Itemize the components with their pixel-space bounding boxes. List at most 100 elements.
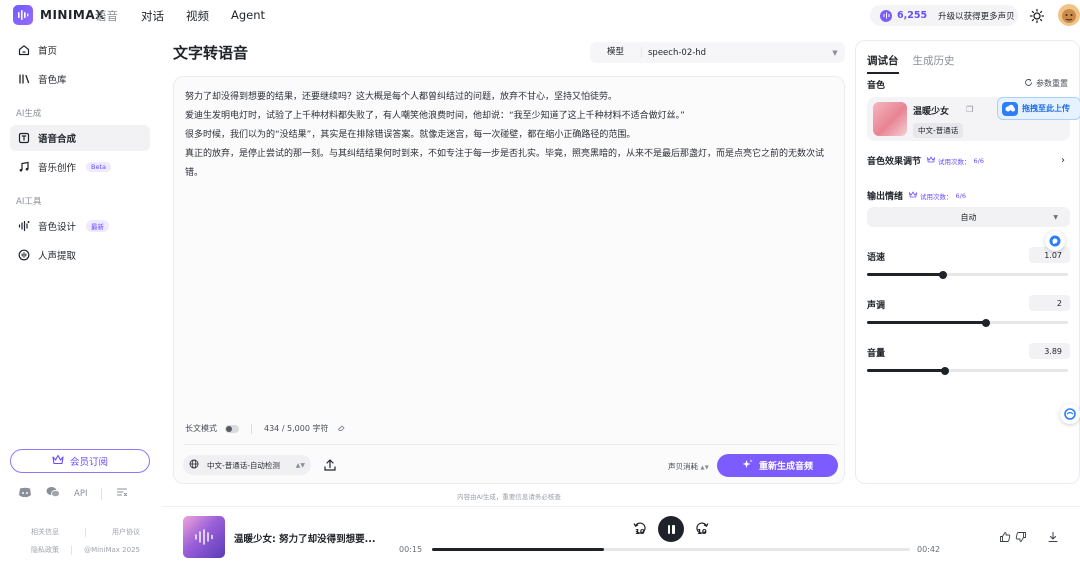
privacy-link[interactable]: 隐私政策 xyxy=(31,545,59,555)
credits-upgrade-pill[interactable]: 6,255 升级以获得更多声贝 xyxy=(870,5,1018,26)
chat-bubble-icon[interactable] xyxy=(1045,231,1065,251)
cost-indicator[interactable]: 声贝消耗 ▲▼ xyxy=(668,461,709,472)
feedback-icon[interactable] xyxy=(116,486,128,501)
tab-debug[interactable]: 调试台 xyxy=(867,53,899,74)
text-editor[interactable]: 努力了却没得到想要的结果，还要继续吗？这大概是每个人都曾纠结过的问题，放弃不甘心… xyxy=(173,76,845,484)
reset-label: 参数重置 xyxy=(1036,79,1068,88)
assistant-float-icon[interactable] xyxy=(1060,404,1080,424)
top-nav: 对话 视频 Agent xyxy=(141,8,265,24)
sidebar-item-home[interactable]: 首页 xyxy=(10,37,150,63)
tab-history[interactable]: 生成历史 xyxy=(913,53,955,74)
member-subscribe-label: 会员订阅 xyxy=(69,457,108,468)
emotion-row: 输出情绪 试用次数： 6/6 xyxy=(867,189,966,202)
sidebar-item-tts[interactable]: 语音合成 xyxy=(10,125,150,151)
upgrade-link[interactable]: 升级以获得更多声贝 xyxy=(938,10,1015,22)
minimax-logo-icon[interactable] xyxy=(13,5,33,25)
editor-content[interactable]: 努力了却没得到想要的结果，还要继续吗？这大概是每个人都曾纠结过的问题，放弃不甘心… xyxy=(185,88,825,183)
sidebar-item-vocal-extract[interactable]: 人声提取 xyxy=(10,242,150,268)
crown-icon xyxy=(52,454,64,468)
pause-button[interactable] xyxy=(658,516,684,542)
home-icon xyxy=(18,44,30,56)
vocal-extract-icon xyxy=(18,249,30,261)
model-label: 模型 xyxy=(590,47,642,58)
emotion-select[interactable]: 自动 ▼ xyxy=(867,207,1070,227)
sidebar-item-voice-design[interactable]: 音色设计 最新 xyxy=(10,213,150,239)
user-avatar[interactable] xyxy=(1058,4,1080,26)
language-value: 中文-普通话-自动检测 xyxy=(207,460,280,470)
terms-link[interactable]: 用户协议 xyxy=(112,527,140,537)
api-link[interactable]: API xyxy=(74,489,87,499)
about-link[interactable]: 相关信息 xyxy=(31,527,59,537)
music-icon xyxy=(18,161,30,173)
sidebar: 首页 音色库 AI生成 语音合成 音乐创作 Beta AI工具 音色设计 最新 … xyxy=(0,32,162,562)
nav-video[interactable]: 视频 xyxy=(186,8,209,24)
discord-icon[interactable] xyxy=(18,487,32,501)
thumbs-down-icon[interactable] xyxy=(1015,531,1027,543)
volume-value-box[interactable]: 3.89 xyxy=(1029,343,1070,359)
model-select[interactable]: 模型 speech-02-hd ▼ xyxy=(590,42,845,63)
track-cover xyxy=(183,516,225,558)
sun-icon[interactable] xyxy=(1029,8,1045,24)
divider xyxy=(184,444,836,445)
paragraph: 真正的放弃，是停止尝试的那一刻。与其纠结结果何时到来，不如专注于每一步是否扎实。… xyxy=(185,149,825,178)
emotion-value: 自动 xyxy=(960,212,977,222)
crown-icon xyxy=(908,191,918,200)
divider xyxy=(85,527,86,537)
playback-progress[interactable] xyxy=(432,548,910,551)
divider xyxy=(251,423,252,434)
nav-agent[interactable]: Agent xyxy=(231,8,265,24)
pause-icon xyxy=(672,524,675,534)
speed-label: 语速 xyxy=(867,253,886,263)
sidebar-item-label: 音色库 xyxy=(38,75,67,86)
slider-handle[interactable] xyxy=(939,270,948,279)
long-text-mode-toggle[interactable] xyxy=(225,424,239,433)
regenerate-audio-button[interactable]: 重新生成音频 xyxy=(717,454,838,477)
trial-count: 6/6 xyxy=(955,191,966,200)
social-links: API xyxy=(18,486,128,501)
wechat-icon[interactable] xyxy=(46,486,60,501)
chevron-down-icon: ▼ xyxy=(1053,213,1058,221)
slider-fill xyxy=(867,369,946,372)
voice-effect-row[interactable]: 音色效果调节 试用次数： 6/6 xyxy=(867,154,984,167)
char-count: 434 / 5,000 字符 xyxy=(264,424,329,433)
chevron-right-icon[interactable]: › xyxy=(1061,155,1065,166)
sidebar-item-music[interactable]: 音乐创作 Beta xyxy=(10,154,150,180)
slider-handle[interactable] xyxy=(941,366,950,375)
skip-back-seconds: 10 xyxy=(635,528,645,536)
drag-upload-tooltip[interactable]: 拖拽至此上传 xyxy=(997,97,1080,120)
updown-chevron-icon: ▲▼ xyxy=(295,461,305,469)
slider-handle[interactable] xyxy=(981,318,990,327)
eraser-icon[interactable] xyxy=(337,423,346,434)
upload-icon[interactable] xyxy=(323,458,337,472)
sidebar-item-voice-library[interactable]: 音色库 xyxy=(10,66,150,92)
volume-slider[interactable] xyxy=(867,366,1068,375)
drag-upload-label: 拖拽至此上传 xyxy=(1022,104,1070,113)
reset-params-button[interactable]: 参数重置 xyxy=(1024,78,1068,89)
divider xyxy=(101,487,103,500)
total-time: 00:42 xyxy=(917,545,941,554)
skip-forward-seconds: 10 xyxy=(697,528,707,536)
thumbs-up-icon[interactable] xyxy=(999,531,1011,543)
sparkle-icon xyxy=(742,459,753,473)
library-icon xyxy=(18,73,30,85)
language-select[interactable]: 中文-普通话-自动检测 ▲▼ xyxy=(183,455,311,475)
brand-product: 语音 xyxy=(95,9,118,23)
paragraph: 爱迪生发明电灯时，试验了上千种材料都失败了，有人嘲笑他浪费时间，他却说：“我至少… xyxy=(185,111,685,121)
pitch-slider[interactable] xyxy=(867,318,1068,327)
member-subscribe-button[interactable]: 会员订阅 xyxy=(10,449,150,473)
trial-label: 试用次数： xyxy=(920,192,953,201)
emotion-label: 输出情绪 xyxy=(867,192,904,202)
crown-icon xyxy=(926,156,936,165)
sidebar-item-label: 首页 xyxy=(38,46,58,57)
voice-thumbnail xyxy=(873,102,907,136)
regenerate-label: 重新生成音频 xyxy=(758,462,813,472)
new-badge: 最新 xyxy=(86,220,110,232)
section-ai-generate: AI生成 xyxy=(16,109,42,119)
copy-icon[interactable]: ❐ xyxy=(966,105,973,114)
download-icon[interactable] xyxy=(1047,531,1059,543)
nav-chat[interactable]: 对话 xyxy=(141,8,164,24)
current-time: 00:15 xyxy=(399,545,423,554)
pitch-value-box[interactable]: 2 xyxy=(1029,295,1070,311)
panel-tabs: 调试台 生成历史 xyxy=(867,53,955,74)
speed-slider[interactable] xyxy=(867,270,1068,279)
